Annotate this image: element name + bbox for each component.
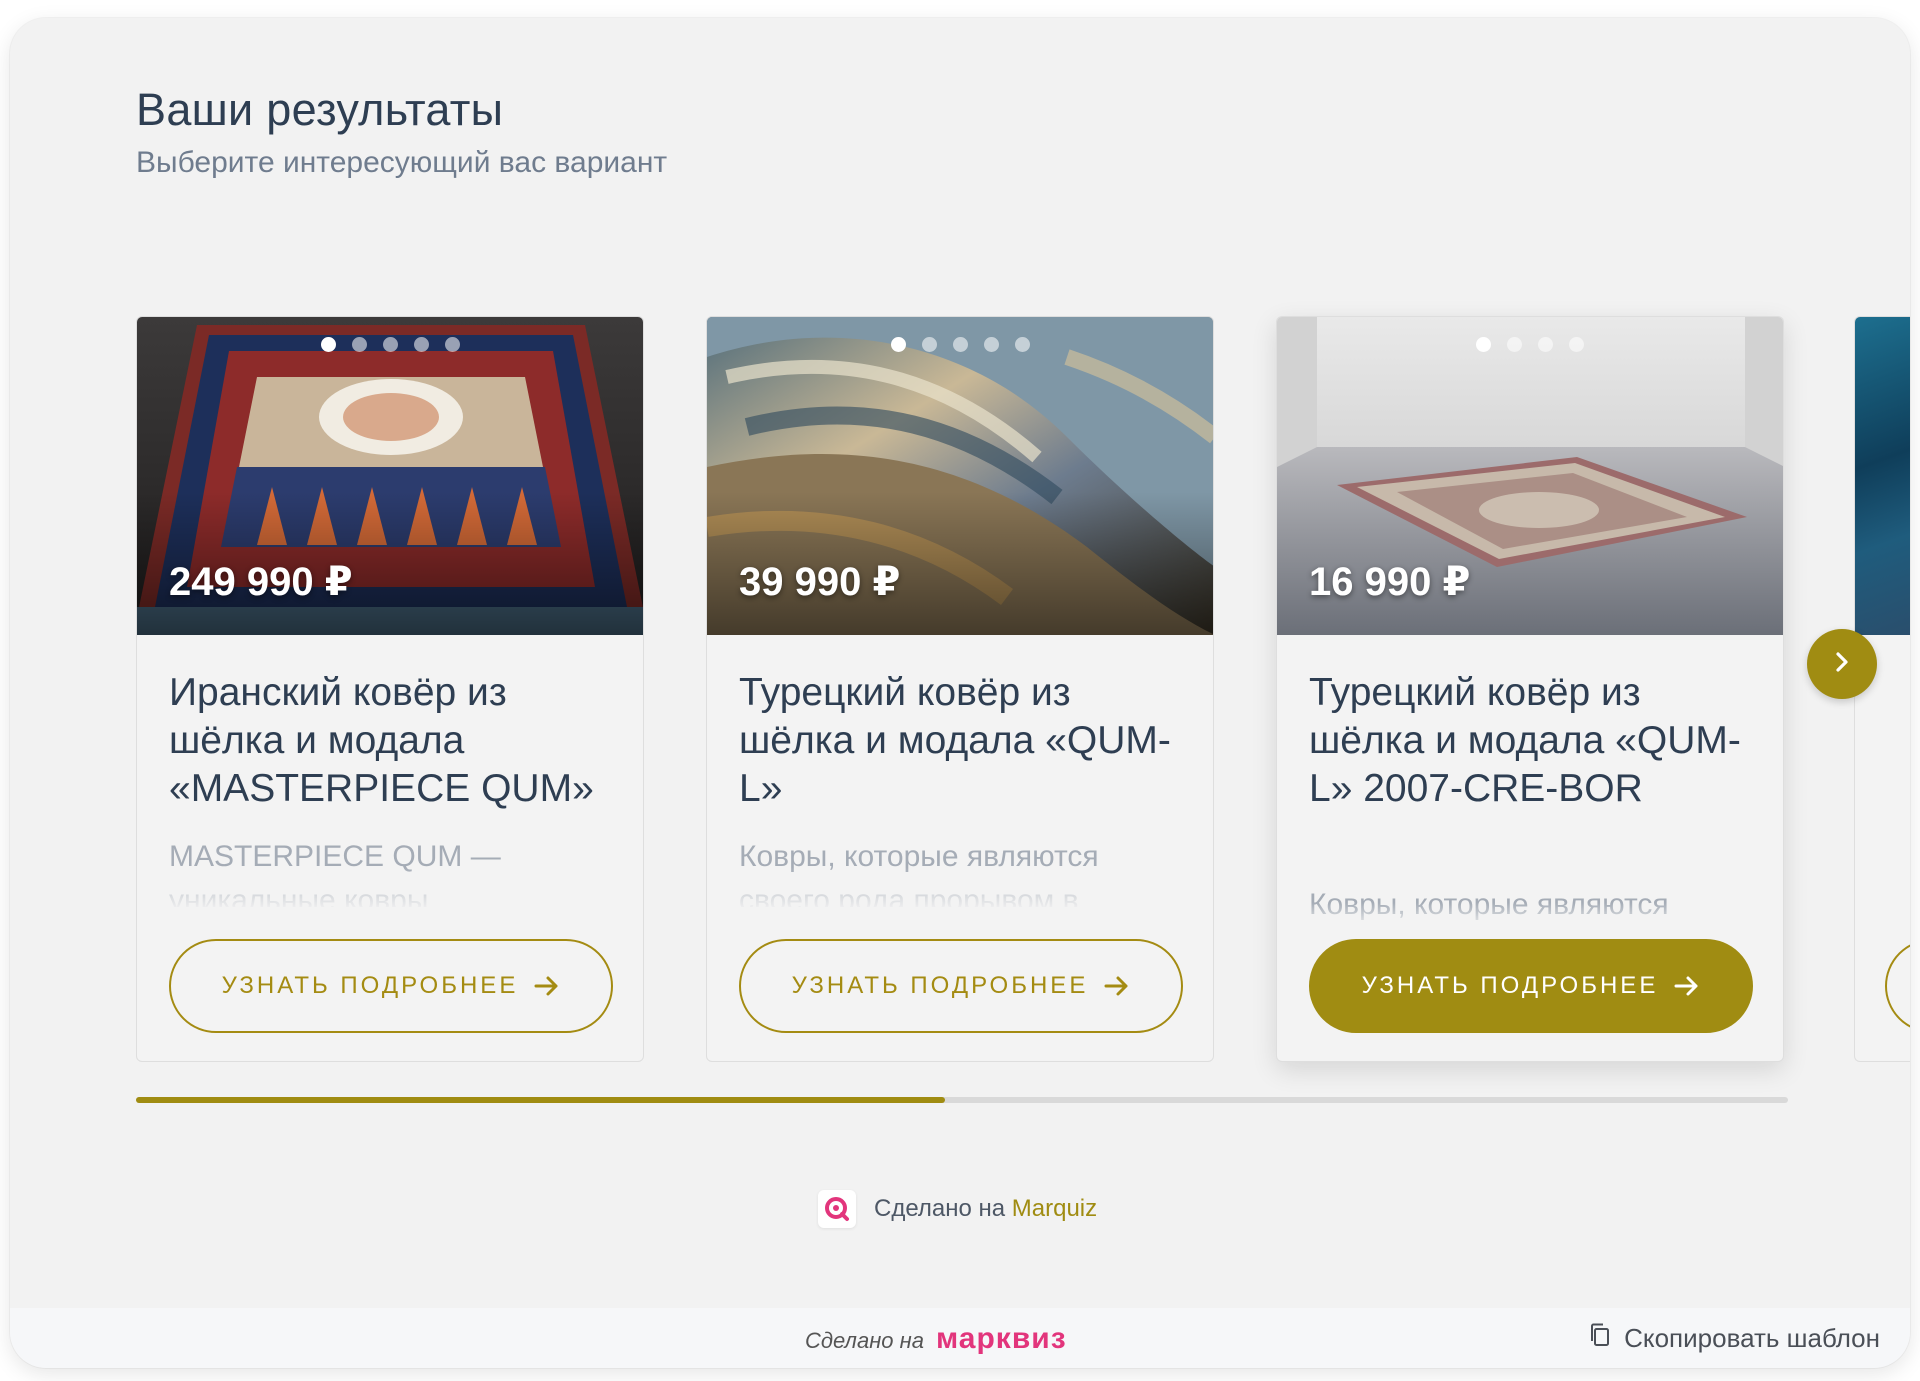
result-card[interactable]: 249 990 ₽ Иранский ковёр из шёлка и мода…	[136, 316, 644, 1062]
carousel-scrollbar-thumb[interactable]	[136, 1097, 946, 1103]
page-title: Ваши результаты	[136, 84, 504, 135]
slide-dot[interactable]	[413, 337, 429, 352]
learn-more-button[interactable]: УЗНАТЬ ПОДРОБНЕЕ	[739, 939, 1183, 1033]
card-description: Ковры, которые являются своего рода прор…	[739, 840, 1099, 907]
slide-dot[interactable]	[983, 337, 999, 352]
slide-dot[interactable]	[1476, 337, 1491, 352]
card-image[interactable]	[1855, 317, 1910, 635]
slide-dots[interactable]	[1277, 337, 1783, 352]
made-with-text: Сделано на	[874, 1195, 1006, 1222]
chevron-right-icon	[1829, 649, 1855, 680]
slide-dots[interactable]	[707, 337, 1213, 352]
learn-more-label: УЗНАТЬ ПОДРОБНЕЕ	[1361, 972, 1659, 999]
copy-template-button[interactable]: Скопировать шаблон	[1588, 1322, 1880, 1355]
slide-dot[interactable]	[1538, 337, 1553, 352]
result-card[interactable]: 39 990 ₽ Турецкий ковёр из шёлка и модал…	[706, 316, 1214, 1062]
card-description: Ковры, которые являются	[1309, 888, 1669, 921]
learn-more-button[interactable]: УЗНАТЬ ПОДРОБНЕЕ	[1309, 939, 1753, 1033]
slide-dot[interactable]	[444, 337, 460, 352]
card-price: 39 990 ₽	[739, 560, 901, 604]
marquiz-logo-icon	[818, 1190, 856, 1228]
bottom-made-with[interactable]: Сделано на марквиз	[805, 1322, 1067, 1356]
slide-dot[interactable]	[890, 337, 906, 352]
learn-more-button[interactable]	[1885, 939, 1910, 1033]
page-subtitle: Выберите интересующий вас вариант	[136, 146, 668, 179]
quiz-results-panel: Ваши результаты Выберите интересующий ва…	[10, 18, 1910, 1368]
slide-dot[interactable]	[1014, 337, 1030, 352]
card-image[interactable]: 249 990 ₽	[137, 317, 643, 635]
card-price: 16 990 ₽	[1309, 560, 1471, 604]
marquiz-link[interactable]: Marquiz	[1012, 1195, 1097, 1222]
slide-dot[interactable]	[320, 337, 336, 352]
learn-more-button[interactable]: УЗНАТЬ ПОДРОБНЕЕ	[169, 939, 613, 1033]
arrow-right-icon	[1674, 975, 1700, 997]
card-price: 249 990 ₽	[169, 560, 353, 604]
card-title: Турецкий ковёр из шёлка и модала «QUM-L»…	[1309, 671, 1741, 810]
learn-more-label: УЗНАТЬ ПОДРОБНЕЕ	[221, 972, 519, 999]
slide-dot[interactable]	[1569, 337, 1584, 352]
carousel-scrollbar[interactable]	[136, 1097, 1788, 1103]
carousel-next-button[interactable]	[1807, 629, 1877, 699]
copy-icon	[1588, 1322, 1612, 1355]
learn-more-label: УЗНАТЬ ПОДРОБНЕЕ	[791, 972, 1089, 999]
slide-dot[interactable]	[1507, 337, 1522, 352]
slide-dot[interactable]	[382, 337, 398, 352]
card-image[interactable]: 16 990 ₽	[1277, 317, 1783, 635]
marquiz-brand-logo[interactable]: марквиз	[936, 1322, 1067, 1356]
slide-dot[interactable]	[921, 337, 937, 352]
bottom-made-text: Сделано на	[805, 1328, 924, 1353]
made-with-marquiz[interactable]: Сделано на Marquiz	[818, 1190, 1097, 1228]
copy-template-label: Скопировать шаблон	[1624, 1323, 1880, 1353]
card-title: Турецкий ковёр из шёлка и модала «QUM-L»	[739, 671, 1171, 810]
bottom-bar: Сделано на марквиз Скопировать шаблон	[10, 1308, 1910, 1368]
arrow-right-icon	[534, 975, 560, 997]
result-card[interactable]: 16 990 ₽ Турецкий ковёр из шёлка и модал…	[1276, 316, 1784, 1062]
slide-dots[interactable]	[137, 337, 643, 352]
card-image[interactable]: 39 990 ₽	[707, 317, 1213, 635]
arrow-right-icon	[1104, 975, 1130, 997]
slide-dot[interactable]	[952, 337, 968, 352]
card-description: MASTERPIECE QUM — уникальные ковры	[169, 840, 501, 907]
slide-dot[interactable]	[351, 337, 367, 352]
card-title: Иранский ковёр из шёлка и модала «MASTER…	[169, 671, 594, 810]
